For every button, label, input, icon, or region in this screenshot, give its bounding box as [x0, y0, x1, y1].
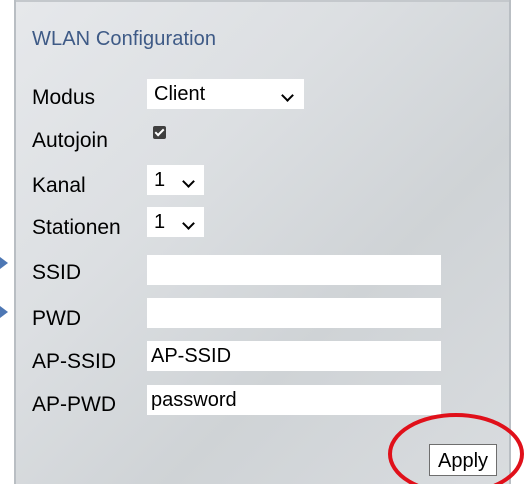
red-circle-highlight: [388, 413, 524, 484]
apply-highlight-annotation: [388, 413, 524, 484]
stage: WLAN Configuration Modus Client Autojoin…: [0, 0, 525, 484]
